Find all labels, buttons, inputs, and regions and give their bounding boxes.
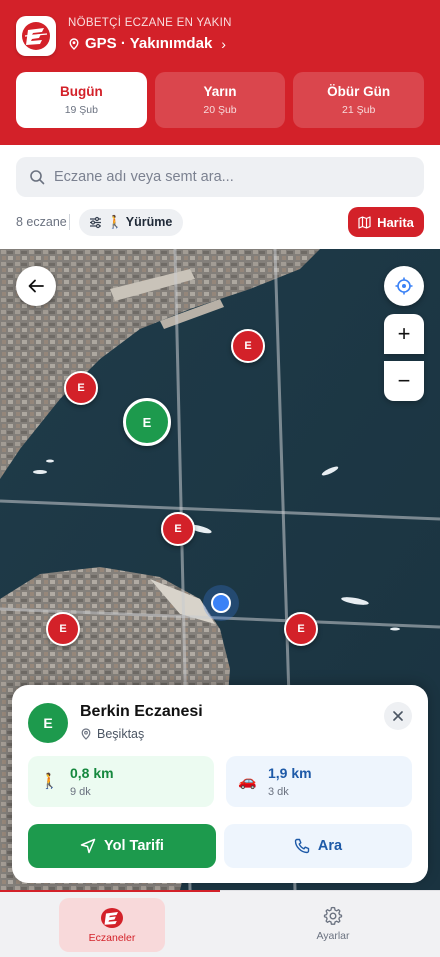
- location-selector[interactable]: GPS · Yakınımdak ›: [68, 35, 226, 52]
- pharmacy-name: Berkin Eczanesi: [80, 703, 203, 720]
- user-location-dot: [211, 593, 231, 613]
- tab-date: 20 Şub: [203, 104, 237, 116]
- pharmacy-pin[interactable]: E: [284, 612, 318, 646]
- tab-tomorrow[interactable]: Yarın 20 Şub: [154, 72, 286, 128]
- zoom-out-button[interactable]: −: [384, 361, 424, 401]
- pharmacy-pin[interactable]: E: [161, 512, 195, 546]
- tab-label: Öbür Gün: [327, 84, 391, 99]
- sliders-icon: [90, 216, 101, 229]
- gear-icon: [323, 906, 343, 925]
- map-button-label: Harita: [377, 214, 414, 230]
- header-subtitle: NÖBETÇİ ECZANE EN YAKIN: [68, 17, 232, 29]
- pharmacy-pin[interactable]: E: [46, 612, 80, 646]
- car-icon: 🚗: [238, 773, 257, 790]
- phone-icon: [294, 838, 310, 854]
- walk-duration: 9 dk: [70, 786, 91, 798]
- nav-label: Eczaneler: [88, 931, 136, 944]
- tab-label: Yarın: [203, 84, 237, 99]
- pharmacy-count: 8 eczane: [16, 215, 67, 229]
- district-label: Beşiktaş: [97, 727, 145, 741]
- pharmacy-avatar: E: [28, 703, 68, 743]
- pharmacy-logo-icon: [101, 907, 123, 928]
- directions-label: Yol Tarifi: [104, 838, 164, 854]
- tab-date: 19 Şub: [64, 104, 98, 116]
- pharmacy-pin[interactable]: E: [64, 371, 98, 405]
- travel-mode-chip[interactable]: 🚶 Yürüme: [79, 209, 184, 236]
- pharmacy-logo-icon: [16, 16, 56, 56]
- search-input[interactable]: [54, 169, 394, 185]
- zoom-in-button[interactable]: +: [384, 314, 424, 354]
- walking-icon: 🚶: [40, 773, 59, 790]
- close-button[interactable]: [384, 702, 412, 730]
- directions-button[interactable]: Yol Tarifi: [28, 824, 216, 868]
- location-pin-icon: [69, 37, 79, 50]
- header-bar: NÖBETÇİ ECZANE EN YAKIN GPS · Yakınımdak…: [0, 0, 440, 145]
- call-label: Ara: [317, 838, 343, 854]
- nav-label: Ayarlar: [316, 930, 350, 942]
- search-icon: [30, 170, 45, 185]
- tab-label: Bugün: [59, 84, 103, 99]
- call-button[interactable]: Ara: [224, 824, 412, 868]
- pharmacy-district: Beşiktaş: [80, 727, 144, 741]
- my-location-button[interactable]: [384, 266, 424, 306]
- tab-day-after[interactable]: Öbür Gün 21 Şub: [293, 72, 425, 128]
- navigation-arrow-icon: [80, 838, 96, 854]
- chevron-right-icon: ›: [221, 35, 226, 52]
- pharmacy-pin[interactable]: E: [231, 329, 265, 363]
- car-distance-box: 🚗 1,9 km 3 dk: [226, 756, 412, 807]
- walk-distance: 0,8 km: [70, 765, 114, 781]
- day-tabs: Bugün 19 Şub Yarın 20 Şub Öbür Gün 21 Şu…: [16, 72, 425, 128]
- tab-today[interactable]: Bugün 19 Şub: [16, 72, 147, 128]
- nav-item-pharmacies[interactable]: Eczaneler: [59, 898, 165, 952]
- pharmacy-pin-selected[interactable]: E: [123, 398, 171, 446]
- location-text: GPS · Yakınımdak: [85, 35, 213, 52]
- back-button[interactable]: [16, 266, 56, 306]
- tab-date: 21 Şub: [342, 104, 376, 116]
- crosshair-icon: [395, 277, 413, 295]
- search-bar: [16, 157, 424, 197]
- arrow-left-icon: [28, 279, 44, 293]
- travel-mode-label: 🚶 Yürüme: [107, 215, 173, 229]
- close-icon: [393, 711, 403, 721]
- car-distance: 1,9 km: [268, 765, 312, 781]
- pharmacy-detail-card: E Berkin Eczanesi Beşiktaş 🚶 0,8 km 9 dk…: [12, 685, 428, 883]
- walk-distance-box: 🚶 0,8 km 9 dk: [28, 756, 214, 807]
- map-button[interactable]: Harita: [348, 207, 424, 237]
- divider: [69, 214, 70, 230]
- active-tab-indicator: [0, 890, 220, 892]
- location-pin-icon: [81, 728, 91, 740]
- car-duration: 3 dk: [268, 786, 289, 798]
- nav-item-settings[interactable]: Ayarlar: [290, 900, 376, 948]
- map-icon: [358, 215, 371, 229]
